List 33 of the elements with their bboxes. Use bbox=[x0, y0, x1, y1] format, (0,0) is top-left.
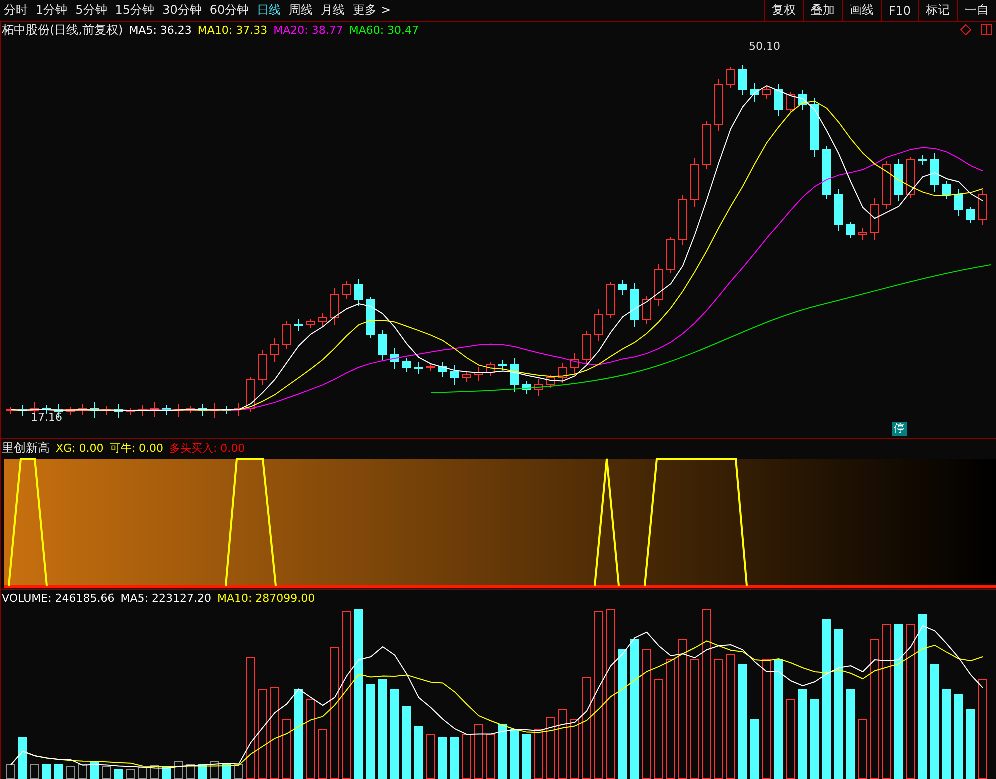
suspended-badge: 停 bbox=[892, 422, 907, 436]
period-tab[interactable]: 1分钟 bbox=[32, 0, 72, 21]
period-tab[interactable]: 15分钟 bbox=[111, 0, 159, 21]
indicator-value: XG: 0.00 bbox=[56, 442, 104, 454]
more-button[interactable]: 更多 > bbox=[349, 0, 395, 21]
period-tab[interactable]: 30分钟 bbox=[158, 0, 206, 21]
indicator-value: MA20: 38.77 bbox=[274, 24, 344, 36]
indicator-name: 里创新高 bbox=[2, 440, 50, 456]
indicator-value: 多头买入: 0.00 bbox=[169, 440, 246, 456]
indicator-value: VOLUME: 246185.66 bbox=[2, 592, 115, 604]
diamond-icon[interactable] bbox=[960, 24, 972, 36]
low-price-label: 17.16 bbox=[31, 411, 62, 424]
indicator-value: MA5: 223127.20 bbox=[120, 592, 212, 604]
period-tab[interactable]: 60分钟 bbox=[206, 0, 254, 21]
toolbar-button[interactable]: 叠加 bbox=[802, 0, 842, 21]
period-tab[interactable]: 分时 bbox=[0, 0, 32, 21]
split-panel-icon[interactable] bbox=[981, 24, 993, 36]
toolbar-button[interactable]: F10 bbox=[880, 0, 918, 21]
indicator-value: MA5: 36.23 bbox=[129, 24, 192, 36]
period-tab[interactable]: 5分钟 bbox=[72, 0, 112, 21]
toolbar-button[interactable]: 一自 bbox=[957, 0, 996, 21]
indicator-value: MA10: 287099.00 bbox=[217, 592, 316, 604]
indicator-value: MA60: 30.47 bbox=[349, 24, 420, 36]
indicator-value: 可牛: 0.00 bbox=[110, 440, 164, 456]
high-price-label: 50.10 bbox=[749, 40, 780, 53]
stock-title: 柘中股份(日线,前复权) bbox=[2, 22, 124, 38]
period-tab[interactable]: 月线 bbox=[317, 0, 350, 21]
toolbar-button[interactable]: 复权 bbox=[764, 0, 803, 21]
period-tab[interactable]: 日线 bbox=[253, 0, 286, 21]
period-tab[interactable]: 周线 bbox=[285, 0, 318, 21]
toolbar-button[interactable]: 画线 bbox=[842, 0, 881, 21]
toolbar-button[interactable]: 标记 bbox=[918, 0, 957, 21]
indicator-value: MA10: 37.33 bbox=[198, 24, 268, 36]
